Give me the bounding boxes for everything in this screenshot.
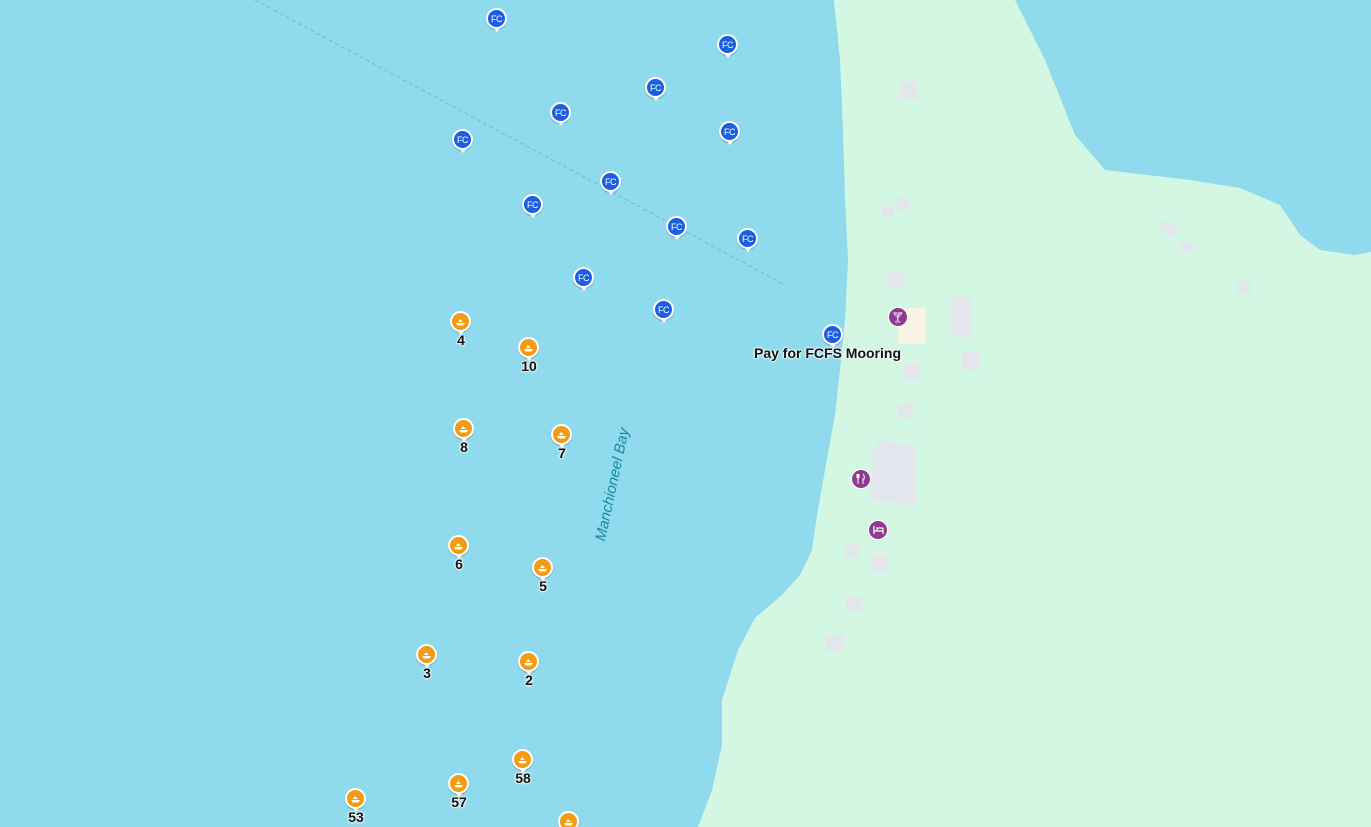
building — [882, 206, 894, 218]
building — [897, 198, 909, 210]
mooring-marker[interactable]: 3 — [416, 644, 438, 681]
building — [952, 297, 972, 337]
building — [962, 352, 980, 370]
fcfs-mooring-marker[interactable]: FC — [452, 129, 474, 153]
mooring-number: 7 — [558, 445, 566, 461]
fc-icon: FC — [645, 77, 666, 101]
building — [898, 403, 913, 418]
mooring-marker[interactable]: 7 — [551, 424, 573, 461]
fc-icon: FC — [550, 102, 571, 126]
mooring-marker[interactable]: 53 — [345, 788, 367, 825]
fcfs-mooring-marker[interactable]: FC — [550, 102, 572, 126]
bed-glyph — [872, 526, 884, 534]
fc-icon: FC — [737, 228, 758, 252]
building — [888, 272, 904, 289]
mooring-number: 8 — [460, 439, 468, 455]
building — [826, 635, 844, 651]
mooring-marker[interactable]: 8 — [453, 418, 475, 455]
fc-icon: FC — [822, 324, 843, 348]
mooring-marker[interactable]: 58 — [512, 749, 534, 786]
restaurant-icon[interactable] — [851, 469, 871, 489]
mooring-marker[interactable]: 6 — [448, 535, 470, 572]
fcfs-mooring-marker[interactable]: FC — [719, 121, 741, 145]
fc-icon: FC — [717, 34, 738, 58]
boat-icon — [450, 311, 471, 335]
boat-icon — [532, 557, 553, 581]
mooring-number: 57 — [451, 794, 467, 810]
fc-icon: FC — [573, 267, 594, 291]
mooring-marker[interactable]: 2 — [518, 651, 540, 688]
boat-icon — [416, 644, 437, 668]
building — [846, 597, 861, 612]
boat-icon — [448, 773, 469, 797]
boat-icon — [518, 337, 539, 361]
building — [845, 543, 860, 558]
mooring-number: 4 — [457, 332, 465, 348]
fcfs-mooring-marker[interactable]: FC — [573, 267, 595, 291]
hotel-icon[interactable] — [868, 520, 888, 540]
mooring-number: 6 — [455, 556, 463, 572]
mooring-marker[interactable]: 57 — [448, 773, 470, 810]
map-base — [0, 0, 1371, 827]
mooring-marker[interactable]: 5 — [532, 557, 554, 594]
boat-icon — [518, 651, 539, 675]
fc-icon: FC — [452, 129, 473, 153]
boat-icon — [551, 424, 572, 448]
mooring-marker[interactable] — [558, 811, 580, 827]
pay-fcfs-mooring-marker[interactable]: FC — [822, 324, 844, 348]
fcfs-mooring-marker[interactable]: FC — [522, 194, 544, 218]
building — [1237, 281, 1250, 294]
boat-icon — [512, 749, 533, 773]
building — [904, 364, 919, 379]
fcfs-mooring-marker[interactable]: FC — [645, 77, 667, 101]
boat-icon — [448, 535, 469, 559]
building — [872, 556, 887, 571]
mooring-number: 53 — [348, 809, 364, 825]
mooring-number: 10 — [521, 358, 537, 374]
building — [900, 82, 917, 99]
mooring-number: 58 — [515, 770, 531, 786]
mooring-number: 2 — [525, 672, 533, 688]
boat-icon — [453, 418, 474, 442]
mooring-marker[interactable]: 4 — [450, 311, 472, 348]
fcfs-mooring-marker[interactable]: FC — [600, 171, 622, 195]
mooring-number: 3 — [423, 665, 431, 681]
fork-knife-glyph — [856, 474, 865, 484]
place-label[interactable]: Pay for FCFS Mooring — [754, 345, 901, 361]
fcfs-mooring-marker[interactable]: FC — [737, 228, 759, 252]
fc-icon: FC — [600, 171, 621, 195]
fcfs-mooring-marker[interactable]: FC — [717, 34, 739, 58]
building — [870, 440, 915, 505]
fc-icon: FC — [653, 299, 674, 323]
fcfs-mooring-marker[interactable]: FC — [653, 299, 675, 323]
fcfs-mooring-marker[interactable]: FC — [486, 8, 508, 32]
boat-icon — [558, 811, 579, 827]
fcfs-mooring-marker[interactable]: FC — [666, 216, 688, 240]
cocktail-bar-icon[interactable]: 🍸︎ — [888, 307, 908, 327]
map-canvas[interactable]: Manchioneel Bay FC FC FC FC FC FC FC FC … — [0, 0, 1371, 827]
boat-icon — [345, 788, 366, 812]
fc-icon: FC — [522, 194, 543, 218]
fc-icon: FC — [666, 216, 687, 240]
fc-icon: FC — [719, 121, 740, 145]
fc-icon: FC — [486, 8, 507, 32]
mooring-marker[interactable]: 10 — [518, 337, 540, 374]
mooring-number: 5 — [539, 578, 547, 594]
